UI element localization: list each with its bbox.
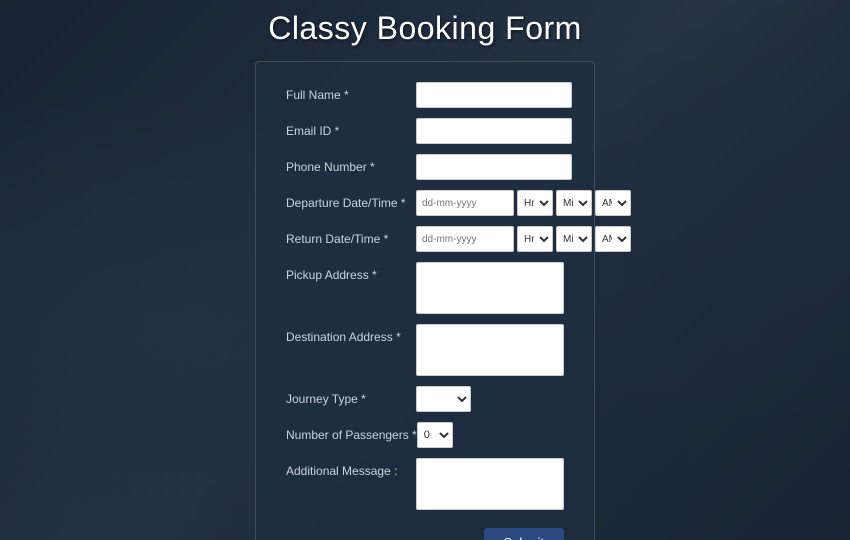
submit-button[interactable]: Submit — [484, 528, 564, 540]
passengers-row: Number of Passengers * 0 1234 56789 — [286, 422, 564, 448]
journey-type-select[interactable]: One Way Round Trip — [416, 386, 471, 412]
journey-type-label: Journey Type * — [286, 386, 416, 406]
journey-type-row: Journey Type * One Way Round Trip — [286, 386, 564, 412]
departure-ampm-select[interactable]: AM PM — [595, 190, 631, 216]
passengers-select[interactable]: 0 1234 56789 — [417, 422, 453, 448]
departure-min-select[interactable]: Min 00051015 20253035 40455055 — [556, 190, 592, 216]
destination-textarea[interactable] — [416, 324, 564, 376]
passengers-label: Number of Passengers * — [286, 422, 417, 442]
destination-label: Destination Address * — [286, 324, 416, 344]
return-ampm-select[interactable]: AM PM — [595, 226, 631, 252]
return-label: Return Date/Time * — [286, 226, 416, 246]
full-name-row: Full Name * — [286, 82, 564, 108]
full-name-label: Full Name * — [286, 82, 416, 102]
additional-message-label: Additional Message : — [286, 458, 416, 478]
phone-row: Phone Number * — [286, 154, 564, 180]
return-datetime-group: Hr 1234 5678 9101112 Min 00051015 202530… — [416, 226, 631, 252]
email-input[interactable] — [416, 118, 572, 144]
departure-row: Departure Date/Time * Hr 1234 5678 91011… — [286, 190, 564, 216]
destination-row: Destination Address * — [286, 324, 564, 376]
additional-message-textarea[interactable] — [416, 458, 564, 510]
departure-hr-select[interactable]: Hr 1234 5678 9101112 — [517, 190, 553, 216]
departure-datetime-group: Hr 1234 5678 9101112 Min 00051015 202530… — [416, 190, 631, 216]
email-row: Email ID * — [286, 118, 564, 144]
return-date-input[interactable] — [416, 226, 514, 252]
pickup-row: Pickup Address * — [286, 262, 564, 314]
email-label: Email ID * — [286, 118, 416, 138]
phone-label: Phone Number * — [286, 154, 416, 174]
full-name-input[interactable] — [416, 82, 572, 108]
phone-input[interactable] — [416, 154, 572, 180]
departure-date-input[interactable] — [416, 190, 514, 216]
departure-label: Departure Date/Time * — [286, 190, 416, 210]
page-title: Classy Booking Form — [268, 10, 582, 47]
return-min-select[interactable]: Min 00051015 20253035 40455055 — [556, 226, 592, 252]
page-wrapper: Classy Booking Form Full Name * Email ID… — [0, 0, 850, 540]
pickup-label: Pickup Address * — [286, 262, 416, 282]
form-card: Full Name * Email ID * Phone Number * De… — [255, 61, 595, 540]
return-hr-select[interactable]: Hr 1234 5678 9101112 — [517, 226, 553, 252]
return-row: Return Date/Time * Hr 1234 5678 9101112 … — [286, 226, 564, 252]
pickup-textarea[interactable] — [416, 262, 564, 314]
submit-section: Submit — [286, 520, 564, 540]
additional-message-row: Additional Message : — [286, 458, 564, 510]
